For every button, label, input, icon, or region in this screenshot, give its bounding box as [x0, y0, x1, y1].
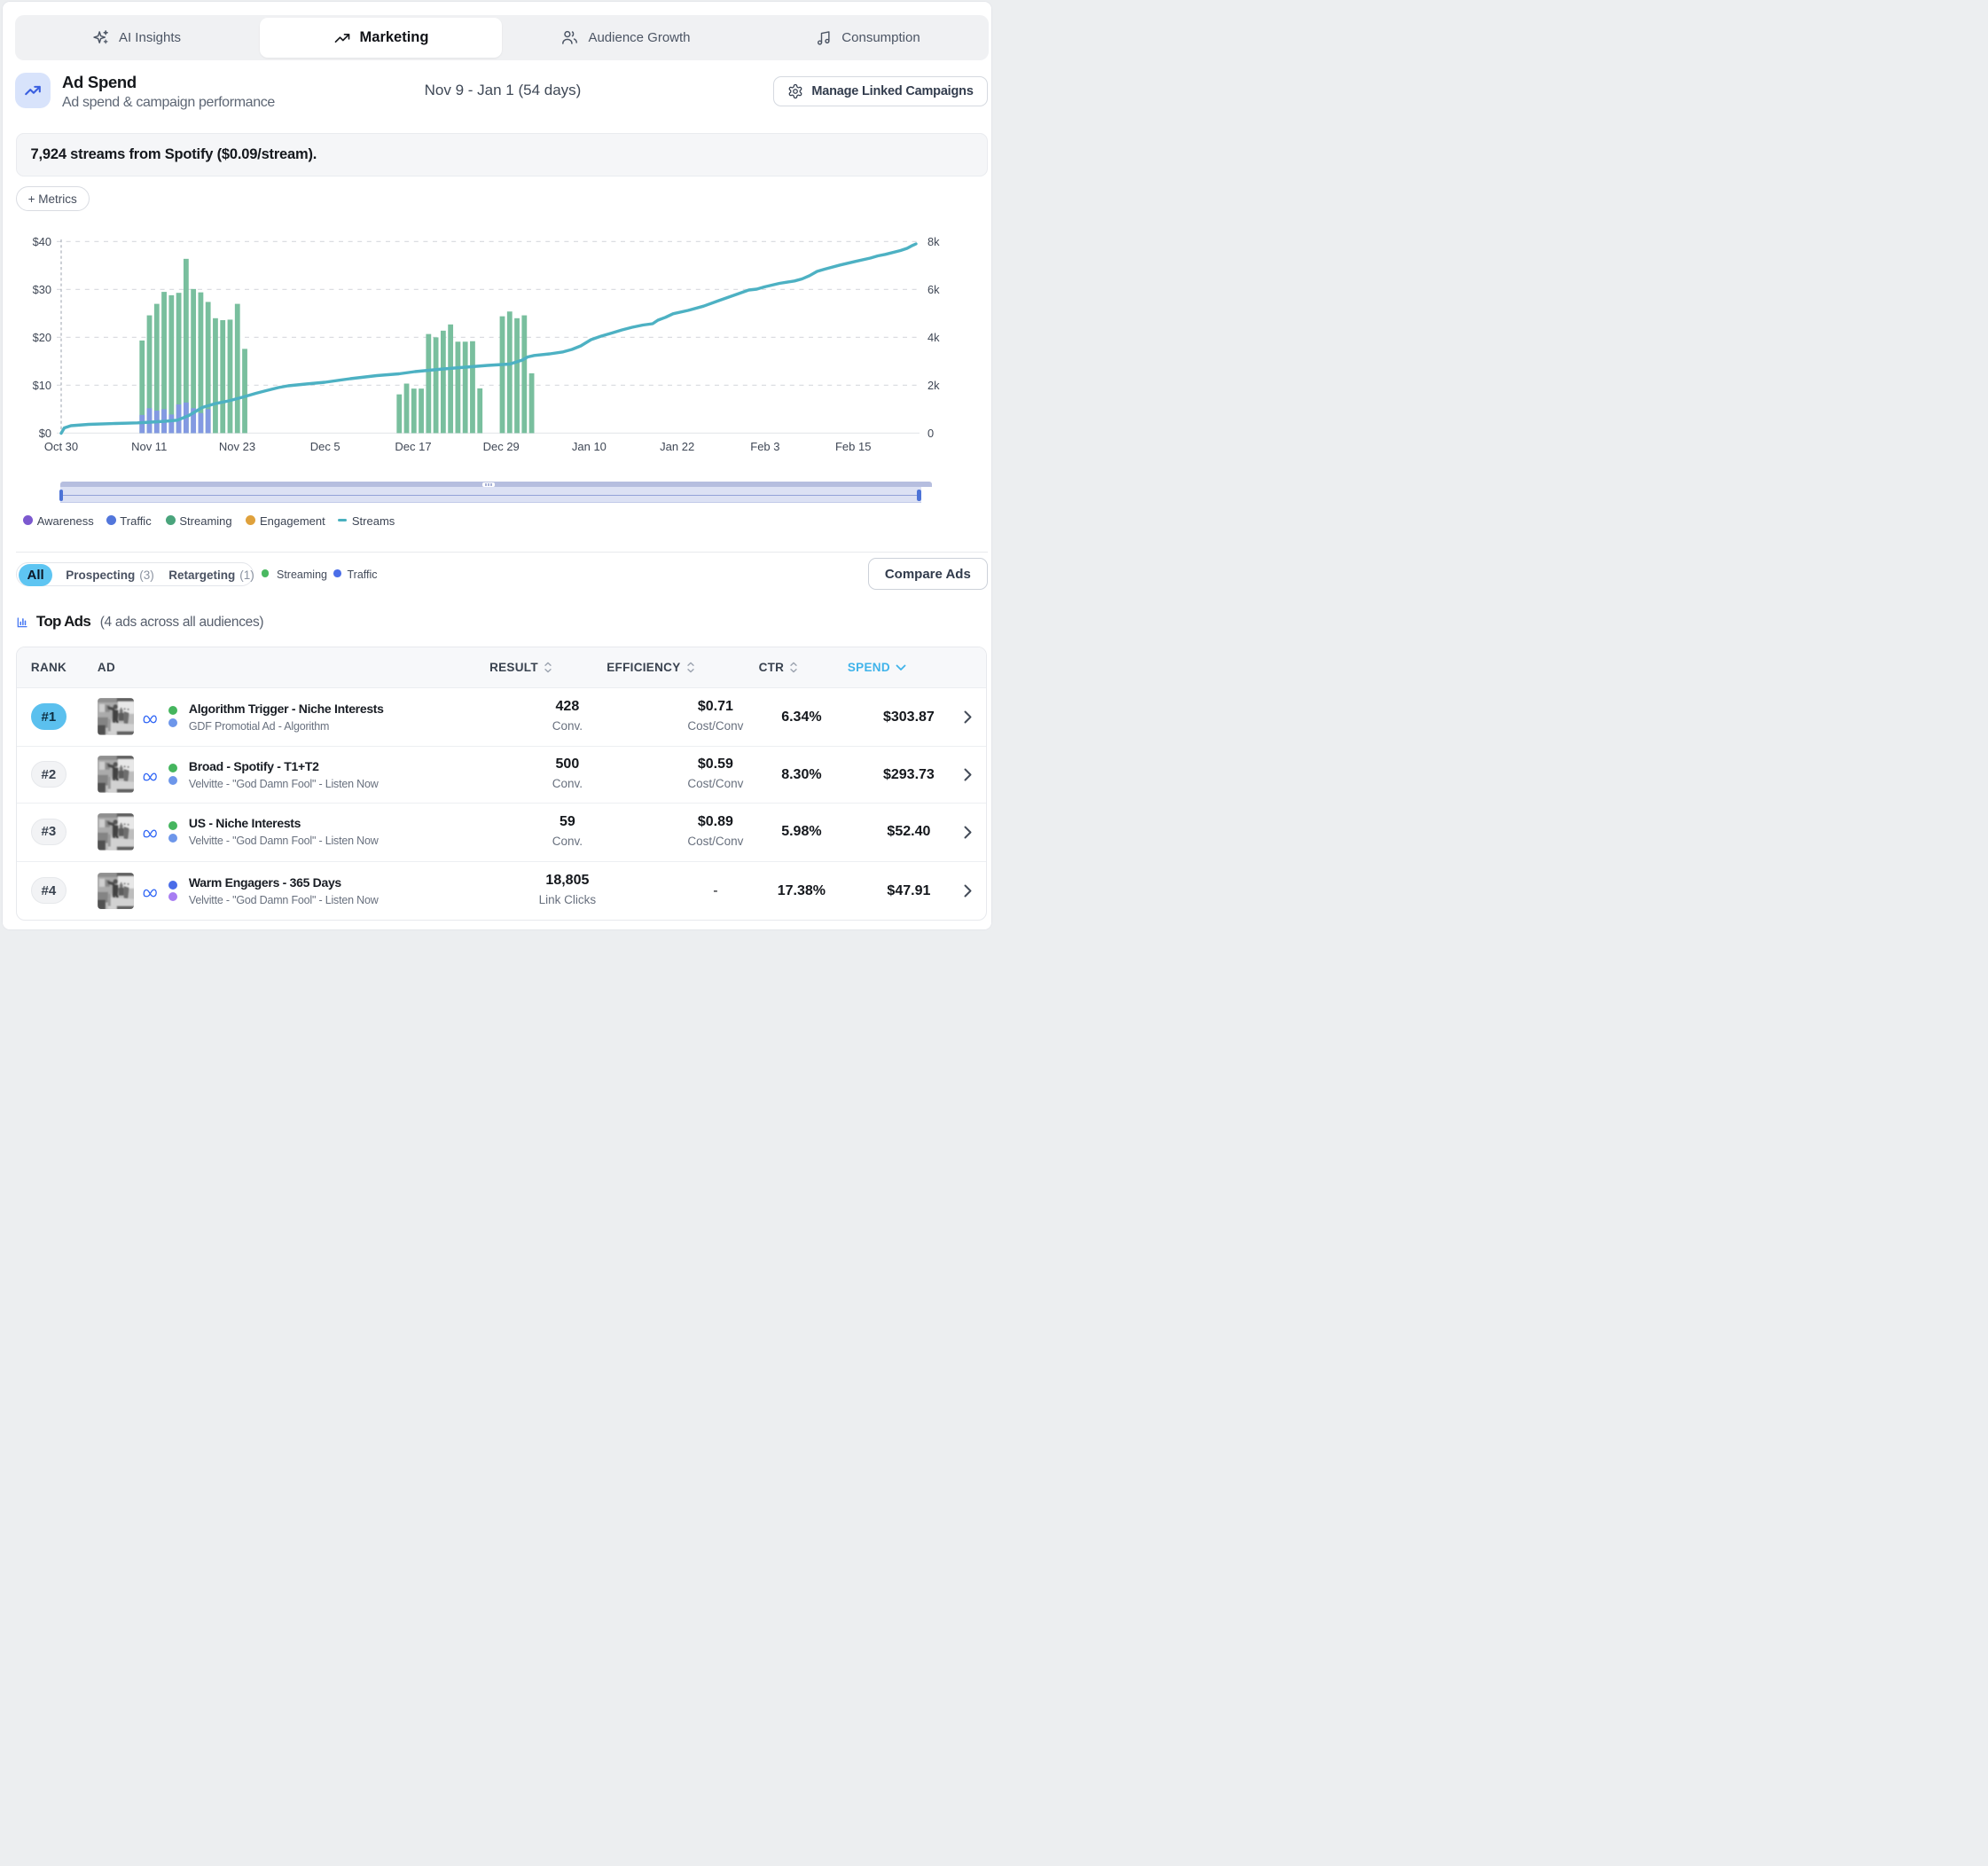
svg-text:Nov 11: Nov 11 — [131, 440, 167, 453]
svg-text:8k: 8k — [927, 235, 940, 248]
svg-text:4k: 4k — [927, 331, 940, 344]
svg-text:Dec 5: Dec 5 — [310, 440, 340, 453]
svg-text:Dec 17: Dec 17 — [395, 440, 431, 453]
svg-text:$40: $40 — [33, 235, 51, 248]
svg-text:$0: $0 — [39, 427, 51, 440]
svg-text:Dec 29: Dec 29 — [483, 440, 520, 453]
svg-text:0: 0 — [927, 427, 934, 440]
svg-text:Feb 15: Feb 15 — [835, 440, 871, 453]
svg-text:Nov 23: Nov 23 — [219, 440, 255, 453]
svg-text:Feb 3: Feb 3 — [750, 440, 779, 453]
svg-text:Jan 22: Jan 22 — [660, 440, 694, 453]
svg-text:6k: 6k — [927, 283, 940, 296]
svg-text:$30: $30 — [33, 283, 51, 296]
svg-text:$10: $10 — [33, 379, 51, 392]
svg-text:Oct 30: Oct 30 — [44, 440, 78, 453]
svg-text:Jan 10: Jan 10 — [572, 440, 607, 453]
svg-text:2k: 2k — [927, 379, 940, 392]
svg-text:$20: $20 — [33, 331, 51, 344]
